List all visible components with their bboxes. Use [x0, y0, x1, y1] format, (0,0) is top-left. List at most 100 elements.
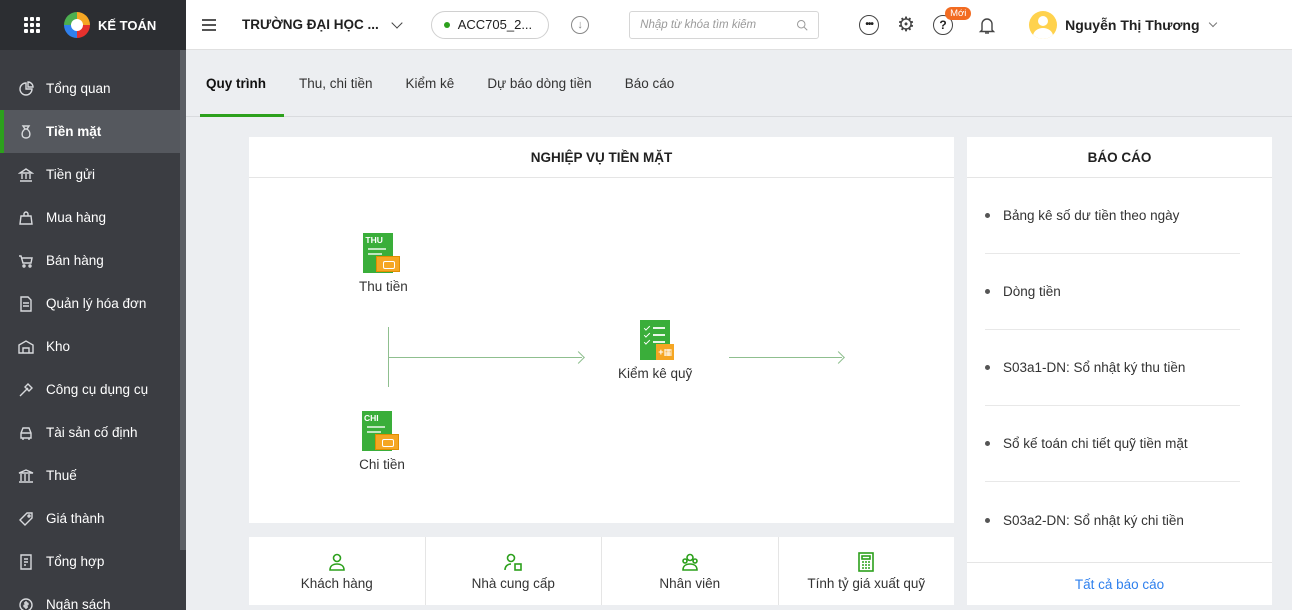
search-input[interactable] [640, 18, 797, 31]
budget-icon [18, 597, 34, 610]
supplier-icon [504, 553, 523, 571]
cash-count-icon: +▦ [632, 320, 678, 366]
report-item[interactable]: Dòng tiền [985, 254, 1240, 330]
sidebar-item-mua-hang[interactable]: Mua hàng [0, 196, 186, 239]
organization-name: TRƯỜNG ĐẠI HỌC ... [242, 17, 379, 32]
employee-label: Nhân viên [659, 575, 721, 591]
sidebar-item-tai-san-co-dinh[interactable]: Tài sản cố định [0, 411, 186, 454]
sidebar-item-tong-quan[interactable]: Tổng quan [0, 67, 186, 110]
brand-bar: KẾ TOÁN [0, 0, 186, 50]
menu-icon[interactable] [202, 18, 216, 31]
flow-arrow [389, 357, 582, 358]
chevron-down-icon [1208, 18, 1217, 27]
payment-node[interactable]: CHI Chi tiền [359, 411, 405, 472]
sidebar-item-ngan-sach[interactable]: Ngân sách [0, 583, 186, 610]
payment-label: Chi tiền [359, 457, 405, 472]
sidebar-item-thue[interactable]: Thuế [0, 454, 186, 497]
sidebar-item-label: Tiền gửi [46, 167, 96, 182]
sidebar-item-tong-hop[interactable]: Tổng hợp [0, 540, 186, 583]
report-item[interactable]: Sổ kế toán chi tiết quỹ tiền mặt [985, 406, 1240, 482]
sidebar-item-label: Tài sản cố định [46, 425, 138, 440]
supplier-label: Nhà cung cấp [471, 575, 555, 591]
price-tag-icon [18, 511, 34, 527]
inventory-label: Kiểm kê quỹ [618, 366, 693, 381]
tab-quy-trinh[interactable]: Quy trình [200, 51, 284, 117]
sidebar-item-cong-cu-dung-cu[interactable]: Công cụ dụng cụ [0, 368, 186, 411]
tools-icon [18, 382, 34, 398]
search-icon[interactable] [796, 17, 808, 33]
search-box [629, 10, 820, 39]
summary-icon [18, 553, 34, 570]
sidebar-item-label: Thuế [46, 468, 77, 483]
more-options-icon[interactable]: ••• [859, 14, 880, 35]
sidebar-item-gia-thanh[interactable]: Giá thành [0, 497, 186, 540]
bullet-icon [985, 213, 990, 218]
customer-icon [328, 553, 345, 571]
sidebar-item-quan-ly-hoa-don[interactable]: Quản lý hóa đơn [0, 282, 186, 325]
tab-bar: Quy trình Thu, chi tiền Kiểm kê Dự báo d… [186, 51, 1292, 117]
brand-logo-icon [64, 12, 90, 38]
avatar [1029, 10, 1058, 39]
sidebar-scrollbar[interactable] [180, 50, 186, 550]
tab-thu-chi-tien[interactable]: Thu, chi tiền [299, 51, 373, 117]
sidebar-item-label: Bán hàng [46, 253, 104, 268]
brand-name: KẾ TOÁN [98, 17, 157, 33]
receipt-voucher-icon: THU [360, 233, 406, 279]
all-reports-link[interactable]: Tất cả báo cáo [967, 562, 1272, 605]
tab-du-bao-dong-tien[interactable]: Dự báo dòng tiền [487, 51, 591, 117]
chart-icon [18, 80, 34, 97]
download-icon[interactable]: ↓ [571, 15, 590, 34]
bullet-icon [985, 517, 990, 523]
supplier-shortcut[interactable]: Nhà cung cấp [426, 537, 602, 605]
payment-voucher-icon: CHI [359, 411, 405, 457]
employee-icon [681, 553, 698, 571]
process-card: NGHIỆP VỤ TIỀN MẶT THU Thu tiền CHI Chi … [249, 137, 954, 523]
organization-selector[interactable]: TRƯỜNG ĐẠI HỌC ... [242, 16, 403, 32]
sidebar-item-kho[interactable]: Kho [0, 325, 186, 368]
receipt-node[interactable]: THU Thu tiền [359, 233, 408, 294]
category-shortcuts: Khách hàng Nhà cung cấp Nhân viên Tính t… [249, 537, 954, 605]
tab-kiem-ke[interactable]: Kiểm kê [406, 51, 455, 117]
chevron-down-icon [391, 16, 403, 29]
sidebar-item-label: Mua hàng [46, 210, 107, 225]
money-bag-icon [18, 124, 34, 140]
user-menu[interactable]: Nguyễn Thị Thương [1029, 10, 1217, 39]
tab-bao-cao[interactable]: Báo cáo [625, 51, 675, 117]
gear-icon[interactable]: ⚙ [897, 12, 915, 37]
user-name: Nguyễn Thị Thương [1065, 16, 1200, 33]
inventory-node[interactable]: +▦ Kiểm kê quỹ [618, 320, 692, 381]
calculator-icon [858, 551, 875, 572]
exchange-rate-shortcut[interactable]: Tính tỷ giá xuất quỹ [779, 537, 955, 605]
sidebar-item-label: Giá thành [46, 511, 105, 526]
app-grid-icon[interactable] [24, 17, 40, 33]
sidebar-nav: Tổng quan Tiền mặt Tiền gửi Mua hàng Bán… [0, 50, 186, 610]
warehouse-icon [18, 339, 34, 355]
bell-icon[interactable] [977, 15, 997, 35]
reports-card: BÁO CÁO Bảng kê số dư tiền theo ngày Dòn… [967, 137, 1272, 605]
sidebar: KẾ TOÁN Tổng quan Tiền mặt Tiền gửi Mua … [0, 0, 186, 610]
database-name: ACC705_2... [457, 17, 533, 32]
report-item[interactable]: S03a1-DN: Sổ nhật ký thu tiền [985, 330, 1240, 406]
database-selector[interactable]: ACC705_2... [430, 10, 550, 39]
help-icon[interactable]: ? Mới [933, 6, 972, 35]
report-item[interactable]: S03a2-DN: Sổ nhật ký chi tiền [985, 482, 1240, 558]
sidebar-item-ban-hang[interactable]: Bán hàng [0, 239, 186, 282]
report-label: Dòng tiền [1003, 284, 1061, 299]
sidebar-item-tien-mat[interactable]: Tiền mặt [0, 110, 186, 153]
sidebar-item-label: Quản lý hóa đơn [46, 296, 147, 311]
tax-icon [18, 468, 34, 484]
sidebar-item-label: Công cụ dụng cụ [46, 382, 149, 397]
bullet-icon [985, 441, 990, 446]
report-item[interactable]: Bảng kê số dư tiền theo ngày [985, 178, 1240, 254]
sidebar-item-label: Tổng hợp [46, 554, 105, 569]
sidebar-item-tien-gui[interactable]: Tiền gửi [0, 153, 186, 196]
receipt-label: Thu tiền [359, 279, 408, 294]
report-label: S03a2-DN: Sổ nhật ký chi tiền [1003, 512, 1184, 528]
receipt-tag: THU [365, 235, 383, 245]
cart-icon [18, 253, 34, 269]
status-dot-icon [443, 21, 450, 28]
bank-icon [18, 167, 34, 183]
employee-shortcut[interactable]: Nhân viên [602, 537, 779, 605]
sidebar-item-label: Tổng quan [46, 81, 111, 96]
customer-shortcut[interactable]: Khách hàng [249, 537, 426, 605]
